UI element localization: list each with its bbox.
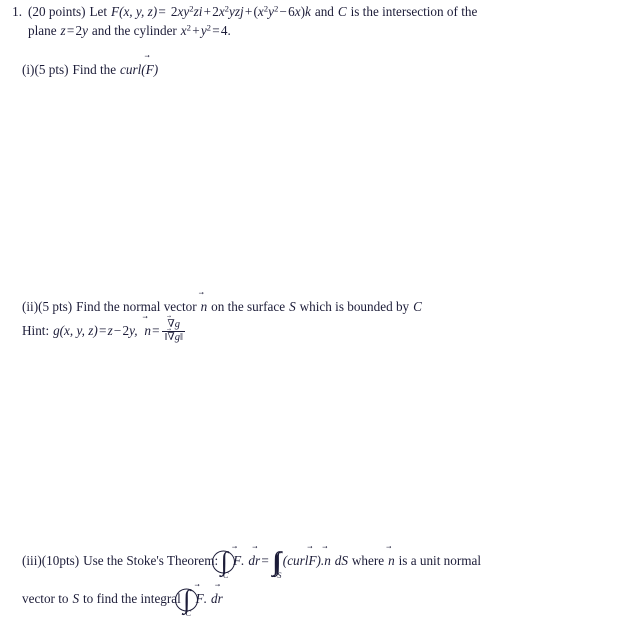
nabla-numerator: ⃗∇ (167, 314, 175, 330)
oint-glyph-icon: ∫ (174, 586, 198, 613)
part-iii-prompt-a: Use the Stoke's Theorem: (83, 553, 219, 568)
fraction-numerator: ⃗∇g (162, 314, 185, 331)
final-contour-integral-operator: ∫ C (174, 586, 198, 618)
part-i-prompt: Find the (72, 62, 117, 77)
stem-tail-2: is the intersection of the (350, 4, 478, 19)
hint-label: Hint: (22, 322, 50, 338)
problem-sheet: 1. (20 points)Let⃗F(x, y, z)=2xy2z⃗i+2x2… (0, 0, 629, 627)
stem-tail-and: and (314, 4, 334, 19)
part-ii-prompt-c: which is bounded by (299, 299, 410, 314)
cylinder-rhs: 4. (220, 23, 231, 38)
fraction-denominator: ‖⃗∇g‖ (162, 328, 186, 344)
part-ii-marker: (ii) (22, 299, 39, 314)
equals-sign: = (158, 4, 166, 19)
hint-z: z (107, 322, 113, 338)
field-arguments: (x, y, z) (119, 4, 158, 19)
part-ii-prompt-a: Find the normal vector (76, 299, 197, 314)
term2-coefficient: 2 (212, 4, 219, 19)
part-iii-line2-a: vector to (22, 591, 69, 606)
hint-minus: − (113, 322, 122, 338)
numerator-g: g (174, 319, 180, 330)
minus-sign: − (279, 4, 287, 19)
points-label: (20 points) (28, 4, 86, 19)
hint-normal-vector: ⃗n (144, 316, 151, 338)
vector-field-symbol: ⃗F (111, 0, 120, 19)
part-ii: (ii)(5 pts)Find the normal vector⃗non th… (22, 292, 422, 315)
curl-expr-argument-F: ⃗F (308, 546, 317, 568)
stem-lead: Let (89, 4, 108, 19)
normal-vector-symbol: ⃗n (200, 292, 208, 314)
plane-rhs-variable: y (82, 23, 88, 38)
part-iii-surface-symbol-S: S (72, 591, 80, 606)
part-iii-line2-b: to find the integral (83, 591, 181, 606)
plane-equals: = (66, 23, 75, 38)
plus-sign-2: + (244, 4, 253, 19)
hint-function-args: (x, y, z) (59, 322, 98, 338)
nabla-denominator: ⃗∇ (167, 328, 175, 344)
curl-argument-F: ⃗F (145, 55, 154, 77)
differential-r-vector: ⃗r (254, 547, 261, 568)
part-i-points: (5 pts) (34, 62, 69, 77)
part-iii-prompt-b: where (351, 553, 385, 568)
final-integrand-field-F: ⃗F (195, 584, 204, 606)
curl-expr-operator: curl (287, 553, 309, 568)
part-iii-prompt-c: is a unit normal (398, 553, 482, 568)
unit-vector-k: ⃗k (305, 0, 311, 19)
part-i-marker: (i) (22, 62, 35, 77)
hint-function-g: g (53, 322, 60, 338)
double-integral-subscript: S (277, 571, 282, 581)
unit-vector-i: ⃗i (198, 0, 203, 19)
cylinder-plus: + (192, 23, 200, 38)
plus-sign-1: + (203, 4, 212, 19)
normal-vector-fraction: ⃗∇g ‖⃗∇g‖ (162, 314, 186, 344)
curl-close-paren: ) (153, 62, 159, 77)
part-iii-marker: (iii) (22, 553, 42, 568)
part-ii-hint: Hint:g(x, y, z)=z−2y,⃗n= ⃗∇g ‖⃗∇g‖ (22, 314, 187, 344)
problem-stem-line-1: (20 points)Let⃗F(x, y, z)=2xy2z⃗i+2x2yz⃗… (28, 0, 478, 20)
part-ii-points: (5 pts) (38, 299, 73, 314)
part-iii-line-2: vector toSto find the integral∫C⃗F.d⃗r (22, 584, 223, 618)
integrand-field-F: ⃗F (233, 546, 242, 568)
hint-equals-2: = (152, 322, 160, 338)
problem-number: 1. (12, 4, 22, 19)
unit-normal-symbol: ⃗n (388, 546, 395, 568)
final-differential-r-vector: ⃗r (217, 585, 223, 606)
stokes-equals: = (261, 553, 269, 568)
final-differential-d: d (210, 591, 218, 606)
part-iii: (iii)(10pts)Use the Stoke's Theorem:∫C⃗F… (22, 546, 482, 580)
contour-integral-operator: ∫ C (212, 548, 236, 580)
curl-normal-vector: ⃗n (324, 546, 331, 568)
norm-bar-close: ‖ (180, 332, 183, 344)
curl-operator: curl (120, 62, 142, 77)
term3-coefficient: 6 (288, 4, 295, 19)
double-integral-operator: ∫∫ S (272, 546, 281, 580)
dot-product-operator: . (241, 553, 245, 568)
problem-stem-line-2: plane z=2y and the cylinder x2+y2=4. (28, 22, 231, 39)
hint-y: y, (129, 322, 138, 338)
oint-glyph-icon: ∫ (212, 548, 236, 575)
final-dot-operator: . (203, 591, 208, 606)
differential-d: d (248, 553, 255, 568)
curve-symbol-C: C (337, 4, 347, 19)
part-iii-points: (10pts) (41, 553, 80, 568)
term1-coefficient: 2 (170, 4, 178, 19)
hint-equals-1: = (98, 322, 107, 338)
part-ii-prompt-b: on the surface (211, 299, 286, 314)
final-contour-integral-subscript: C (185, 609, 192, 619)
line2-lead: plane (28, 23, 57, 38)
part-ii-curve-symbol-C: C (413, 299, 422, 314)
line2-mid: and the cylinder (91, 23, 177, 38)
unit-vector-j: ⃗j (240, 0, 244, 19)
surface-differential-S: S (341, 553, 348, 568)
surface-symbol-S: S (289, 299, 296, 314)
contour-integral-subscript: C (223, 571, 229, 581)
part-i: (i)(5 pts)Find thecurl(⃗F) (22, 55, 159, 78)
plane-z: z (60, 23, 66, 38)
double-integral-glyph-icon: ∫∫ (272, 546, 281, 577)
cylinder-equals: = (212, 23, 220, 38)
